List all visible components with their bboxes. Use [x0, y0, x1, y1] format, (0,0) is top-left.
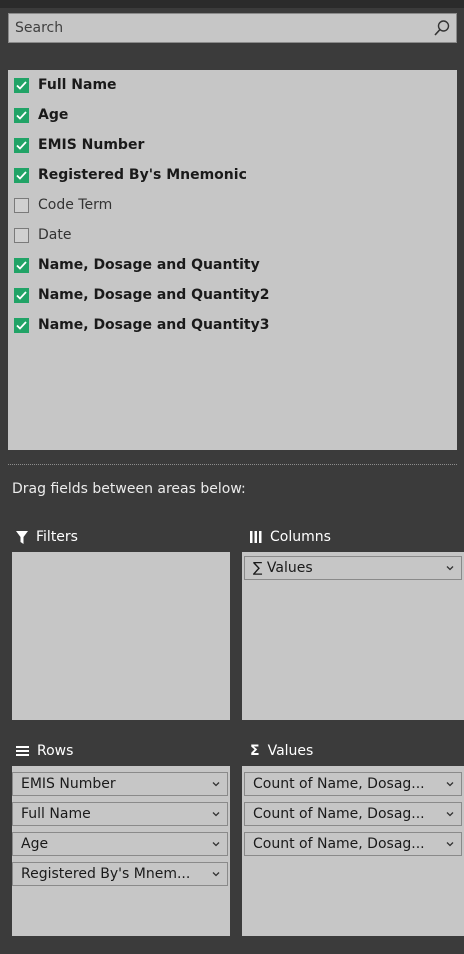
chevron-down-icon[interactable]: [445, 809, 455, 819]
sigma-icon: Σ: [250, 743, 260, 759]
field-label: Name, Dosage and Quantity2: [38, 287, 270, 303]
checkbox-checked-icon[interactable]: [14, 107, 29, 123]
columns-values-pill[interactable]: ∑ Values: [244, 556, 462, 580]
rows-pill[interactable]: Registered By's Mnem...: [12, 862, 228, 886]
chevron-down-icon[interactable]: [211, 869, 221, 879]
search-input[interactable]: Search: [15, 20, 63, 36]
field-name-dosage-quantity2[interactable]: Name, Dosage and Quantity2: [8, 284, 270, 306]
section-divider[interactable]: [8, 464, 457, 465]
field-full-name[interactable]: Full Name: [8, 74, 117, 96]
values-pill[interactable]: Count of Name, Dosag...: [244, 832, 462, 856]
rows-pill[interactable]: Full Name: [12, 802, 228, 826]
rows-title: Rows: [37, 743, 74, 759]
columns-header: Columns: [250, 526, 331, 548]
field-code-term[interactable]: Code Term: [8, 194, 112, 216]
filter-icon: [16, 530, 28, 544]
columns-title: Columns: [270, 529, 331, 545]
filters-header: Filters: [16, 526, 78, 548]
filters-title: Filters: [36, 529, 78, 545]
checkbox-unchecked-icon[interactable]: [14, 227, 29, 243]
rows-pill[interactable]: Age: [12, 832, 228, 856]
columns-area[interactable]: ∑ Values: [242, 552, 464, 720]
checkbox-checked-icon[interactable]: [14, 317, 29, 333]
chevron-down-icon[interactable]: [445, 779, 455, 789]
top-strip: [0, 0, 464, 8]
field-label: EMIS Number: [38, 137, 145, 153]
field-label: Name, Dosage and Quantity: [38, 257, 260, 273]
rows-area[interactable]: EMIS Number Full Name Age Registered By'…: [12, 766, 230, 936]
search-icon[interactable]: [433, 19, 451, 37]
drag-hint: Drag fields between areas below:: [12, 481, 246, 497]
checkbox-checked-icon[interactable]: [14, 257, 29, 273]
field-label: Full Name: [38, 77, 117, 93]
chevron-down-icon[interactable]: [211, 809, 221, 819]
pill-label: Count of Name, Dosag...: [253, 776, 425, 792]
values-header: Σ Values: [250, 740, 313, 762]
checkbox-unchecked-icon[interactable]: [14, 197, 29, 213]
chevron-down-icon[interactable]: [211, 779, 221, 789]
checkbox-checked-icon[interactable]: [14, 167, 29, 183]
field-label: Registered By's Mnemonic: [38, 167, 247, 183]
chevron-down-icon[interactable]: [211, 839, 221, 849]
field-label: Age: [38, 107, 69, 123]
search-box[interactable]: Search: [8, 13, 457, 43]
pill-label: Age: [21, 836, 49, 852]
checkbox-checked-icon[interactable]: [14, 77, 29, 93]
chevron-down-icon[interactable]: [445, 563, 455, 573]
field-label: Code Term: [38, 197, 113, 213]
checkbox-checked-icon[interactable]: [14, 137, 29, 153]
field-date[interactable]: Date: [8, 224, 71, 246]
rows-icon: [16, 746, 29, 756]
field-name-dosage-quantity3[interactable]: Name, Dosage and Quantity3: [8, 314, 270, 336]
rows-header: Rows: [16, 740, 73, 762]
pill-label: Registered By's Mnem...: [21, 866, 191, 882]
pill-label: Full Name: [21, 806, 91, 822]
values-area[interactable]: Count of Name, Dosag... Count of Name, D…: [242, 766, 464, 936]
pill-label: Count of Name, Dosag...: [253, 806, 425, 822]
values-title: Values: [267, 743, 314, 759]
pill-label: ∑ Values: [253, 560, 313, 576]
field-age[interactable]: Age: [8, 104, 68, 126]
columns-icon: [250, 531, 262, 543]
field-registered-by[interactable]: Registered By's Mnemonic: [8, 164, 247, 186]
values-pill[interactable]: Count of Name, Dosag...: [244, 802, 462, 826]
field-label: Name, Dosage and Quantity3: [38, 317, 270, 333]
pill-label: Count of Name, Dosag...: [253, 836, 425, 852]
values-pill[interactable]: Count of Name, Dosag...: [244, 772, 462, 796]
field-emis-number[interactable]: EMIS Number: [8, 134, 144, 156]
field-label: Date: [38, 227, 72, 243]
field-list: Full Name Age EMIS Number Registered By'…: [8, 70, 457, 450]
filters-area[interactable]: [12, 552, 230, 720]
rows-pill[interactable]: EMIS Number: [12, 772, 228, 796]
field-name-dosage-quantity[interactable]: Name, Dosage and Quantity: [8, 254, 260, 276]
pill-label: EMIS Number: [21, 776, 116, 792]
checkbox-checked-icon[interactable]: [14, 287, 29, 303]
chevron-down-icon[interactable]: [445, 839, 455, 849]
